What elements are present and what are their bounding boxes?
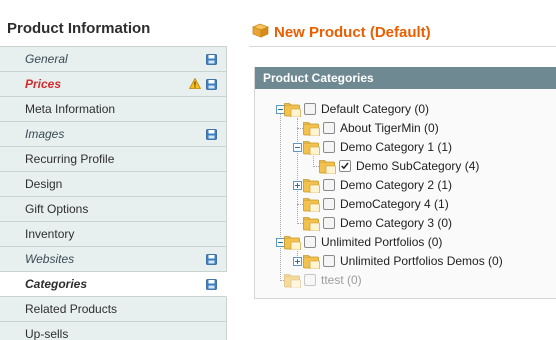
tree-guide-line	[280, 113, 281, 281]
category-checkbox[interactable]	[323, 198, 335, 210]
checkmark-icon	[341, 162, 349, 170]
category-checkbox[interactable]	[304, 103, 316, 115]
sidebar-item-meta-information[interactable]: Meta Information	[0, 97, 227, 122]
folder-icon	[284, 103, 301, 117]
sidebar-item-websites[interactable]: Websites	[0, 247, 227, 272]
sidebar-item-categories[interactable]: Categories	[0, 272, 227, 297]
sidebar-item-up-sells[interactable]: Up-sells	[0, 322, 227, 340]
floppy-disk-icon	[206, 79, 217, 90]
sidebar-tab-list: General Prices Meta Information Images Recur…	[0, 46, 227, 340]
sidebar-item-label: Meta Information	[25, 102, 116, 116]
category-label[interactable]: Demo Category 1 (1)	[340, 140, 452, 154]
sidebar-item-inventory[interactable]: Inventory	[0, 222, 227, 247]
folder-icon	[303, 198, 320, 212]
category-label[interactable]: Unlimited Portfolios Demos (0)	[340, 254, 503, 268]
product-box-icon	[252, 23, 269, 38]
category-label[interactable]: DemoCategory 4 (1)	[340, 197, 449, 211]
sidebar-item-label: Gift Options	[25, 202, 89, 216]
sidebar-item-general[interactable]: General	[0, 47, 227, 72]
folder-icon	[319, 160, 336, 174]
expand-icon[interactable]	[293, 257, 302, 266]
category-checkbox[interactable]	[323, 122, 335, 134]
sidebar-item-label: Inventory	[25, 227, 75, 241]
floppy-disk-icon	[206, 129, 217, 140]
sidebar-item-label: Up-sells	[25, 327, 69, 340]
sidebar-item-images[interactable]: Images	[0, 122, 227, 147]
folder-icon	[303, 179, 320, 193]
page-header: New Product (Default)	[249, 20, 556, 44]
sidebar-item-label: Design	[25, 177, 63, 191]
category-label[interactable]: About TigerMin (0)	[340, 121, 439, 135]
tree-guide-line	[297, 118, 298, 224]
category-checkbox[interactable]	[339, 160, 351, 172]
header-divider	[249, 46, 556, 47]
category-label[interactable]: Default Category (0)	[321, 102, 429, 116]
category-label[interactable]: Demo Category 3 (0)	[340, 216, 452, 230]
sidebar-item-label: Websites	[25, 252, 75, 266]
product-info-sidebar: Product Information General Prices Meta In…	[0, 0, 227, 340]
category-checkbox[interactable]	[323, 255, 335, 267]
folder-icon	[303, 255, 320, 269]
collapse-icon[interactable]	[293, 143, 302, 152]
folder-icon	[303, 217, 320, 231]
category-checkbox[interactable]	[323, 141, 335, 153]
sidebar-item-label: Recurring Profile	[25, 152, 115, 166]
floppy-disk-icon	[206, 254, 217, 265]
sidebar-item-prices[interactable]: Prices	[0, 72, 227, 97]
sidebar-item-label: Prices	[25, 77, 62, 91]
sidebar-item-recurring-profile[interactable]: Recurring Profile	[0, 147, 227, 172]
category-label[interactable]: Unlimited Portfolios (0)	[321, 235, 442, 249]
floppy-disk-icon	[206, 279, 217, 290]
expand-icon[interactable]	[293, 181, 302, 190]
sidebar-item-label: General	[25, 52, 68, 66]
warning-icon	[189, 78, 201, 89]
category-checkbox[interactable]	[323, 217, 335, 229]
sidebar-item-label: Images	[25, 127, 65, 141]
panel-title: Product Categories	[255, 67, 556, 89]
category-checkbox[interactable]	[304, 236, 316, 248]
floppy-disk-icon	[206, 54, 217, 65]
sidebar-item-label: Related Products	[25, 302, 118, 316]
folder-icon	[284, 236, 301, 250]
sidebar-item-design[interactable]: Design	[0, 172, 227, 197]
page-title: New Product (Default)	[274, 24, 431, 41]
folder-icon	[284, 274, 301, 288]
main-content: New Product (Default) Product Categories…	[249, 0, 556, 340]
category-checkbox	[304, 274, 316, 286]
folder-icon	[303, 122, 320, 136]
folder-icon	[303, 141, 320, 155]
sidebar-title: Product Information	[7, 20, 151, 37]
category-label[interactable]: ttest (0)	[321, 273, 362, 287]
sidebar-item-label: Categories	[25, 277, 88, 291]
category-label[interactable]: Demo Category 2 (1)	[340, 178, 452, 192]
sidebar-item-gift-options[interactable]: Gift Options	[0, 197, 227, 222]
category-label[interactable]: Demo SubCategory (4)	[356, 159, 479, 173]
category-checkbox[interactable]	[323, 179, 335, 191]
sidebar-item-related-products[interactable]: Related Products	[0, 297, 227, 322]
